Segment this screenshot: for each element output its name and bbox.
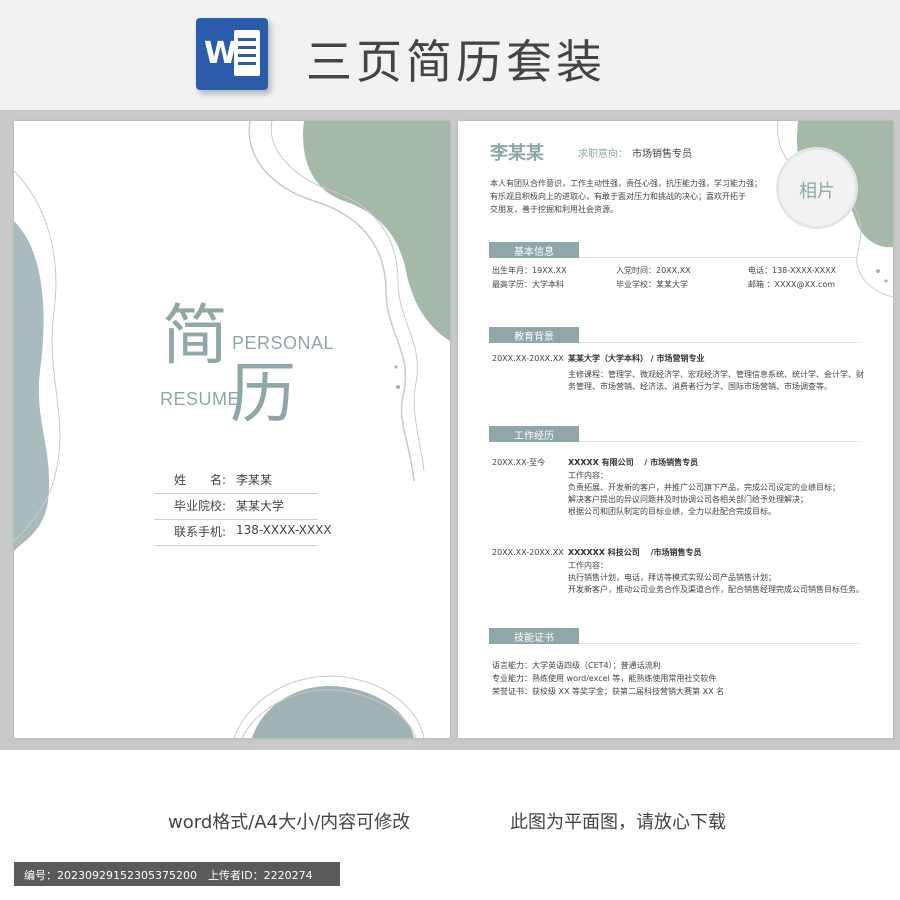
section-work: 工作经历 (489, 426, 579, 442)
basic-item: 邮箱 ：XXXX@XX.com (748, 280, 836, 289)
resume-name: 李某某 (490, 143, 544, 164)
education-school: 某某大学（大学本科） / 市场营销专业 (568, 354, 705, 363)
intro-line: 交朋友，善于挖掘和利用社会资源。 (490, 205, 618, 214)
section-education: 教育背景 (489, 327, 579, 343)
job-date: 20XX.XX-至今 (492, 458, 546, 467)
section-title: 工作经历 (514, 431, 554, 442)
basic-item: 电话：138-XXXX-XXXX (748, 266, 837, 275)
cover-title-char-2: 历 (230, 355, 296, 432)
basic-item: 入党时间：20XX.XX (616, 266, 691, 275)
skill-line: 荣誉证书：获校级 XX 等奖学金；获第二届科技营销大赛第 XX 名 (492, 687, 725, 696)
job-line: 根据公司和团队制定的目标业绩，全力以赴配合完成目标。 (568, 507, 776, 516)
job-content-label: 工作内容： (568, 561, 608, 570)
skill-line: 语言能力：大学英语四级（CET4）；普通话流利 (492, 661, 661, 670)
footer-download-note: 此图为平面图，请放心下载 (510, 812, 726, 833)
job-content-label: 工作内容： (568, 471, 608, 480)
cover-row-label: 联系手机: (174, 525, 227, 539)
job-line: 开发新客户，推动公司业务合作及渠道合作，配合销售经理完成公司销售目标任务。 (568, 585, 864, 594)
cover-title-char-1: 简 (162, 297, 228, 374)
page-title: 三页简历套装 (306, 35, 606, 89)
section-basic-info: 基本信息 (489, 242, 579, 258)
section-title: 技能证书 (514, 633, 554, 644)
photo-label: 相片 (799, 181, 835, 202)
cover-row-phone: 联系手机: 138-XXXX-XXXX (154, 519, 332, 546)
cover-row-value: 某某大学 (236, 499, 285, 513)
section-skills: 技能证书 (489, 628, 579, 644)
footer-format-note: word格式/A4大小/内容可修改 (168, 812, 411, 833)
section-divider (579, 643, 859, 644)
section-title: 教育背景 (514, 332, 554, 343)
cover-row-school: 毕业院校: 某某大学 (154, 493, 318, 520)
cover-title-en-1: PERSONAL (232, 333, 335, 353)
basic-item: 出生年月：19XX.XX (492, 266, 567, 275)
cover-row-value: 138-XXXX-XXXX (236, 523, 332, 537)
cover-row-label: 姓 名: (174, 473, 227, 487)
job-line: 执行销售计划，电话，拜访等模式实现公司产品销售计划； (568, 573, 776, 582)
section-divider (579, 342, 859, 343)
cover-page: 简 PERSONAL RESUME 历 姓 名: 李某某 毕业院校: 某某大学 … (14, 121, 450, 738)
job-line: 负责拓展、开发新的客户，并推广公司旗下产品，完成公司设定的业绩目标； (568, 483, 840, 492)
job-date: 20XX.XX-20XX.XX (492, 548, 564, 557)
job-company: XXXXX 有限公司 / 市场销售专员 (568, 458, 699, 467)
cover-row-label: 毕业院校: (174, 499, 227, 513)
basic-item: 毕业学校：某某大学 (616, 280, 688, 289)
intro-line: 本人有团队合作意识，工作主动性强，责任心强，抗压能力强，学习能力强； (490, 179, 762, 188)
education-courses-line: 务管理、市场营销、经济法、消费者行为学、国际市场营销、市场调查等。 (568, 382, 832, 391)
job-line: 解决客户提出的异议问题并及时协调公司各相关部门给予处理解决； (568, 495, 808, 504)
id-bar: 编号：20230929152305375200 上传者ID：2220274 (14, 862, 340, 886)
education-courses-line: 主修课程：管理学、微观经济学、宏观经济学、管理信息系统、统计学、会计学、财 (568, 370, 864, 379)
skill-line: 专业能力：熟练使用 word/excel 等，能熟练使用常用社交软件 (492, 674, 717, 683)
word-icon-sheet (234, 30, 260, 76)
cover-row-value: 李某某 (236, 473, 273, 487)
resume-page: 李某某 求职意向： 市场销售专员 相片 本人有团队合作意识，工作主动性强，责任心… (458, 121, 893, 738)
section-divider (579, 257, 859, 258)
basic-item: 最高学历：大学本科 (492, 280, 564, 289)
job-intent-label: 求职意向： (578, 149, 628, 160)
section-title: 基本信息 (514, 247, 554, 258)
word-icon: W (196, 18, 268, 90)
job-intent-value: 市场销售专员 (632, 149, 692, 160)
word-icon-letter: W (204, 36, 238, 71)
intro-line: 有乐观且积极向上的进取心，有敢于面对压力和挑战的决心；喜欢开拓于 (490, 192, 746, 201)
education-date: 20XX.XX-20XX.XX (492, 354, 564, 363)
job-company: XXXXXX 科技公司 /市场销售专员 (568, 548, 702, 557)
section-divider (579, 441, 859, 442)
cover-title-en-2: RESUME (160, 389, 241, 409)
id-text: 编号：20230929152305375200 上传者ID：2220274 (24, 869, 313, 882)
self-intro: 本人有团队合作意识，工作主动性强，责任心强，抗压能力强，学习能力强； 有乐观且积… (490, 177, 790, 216)
cover-row-name: 姓 名: 李某某 (154, 467, 318, 494)
